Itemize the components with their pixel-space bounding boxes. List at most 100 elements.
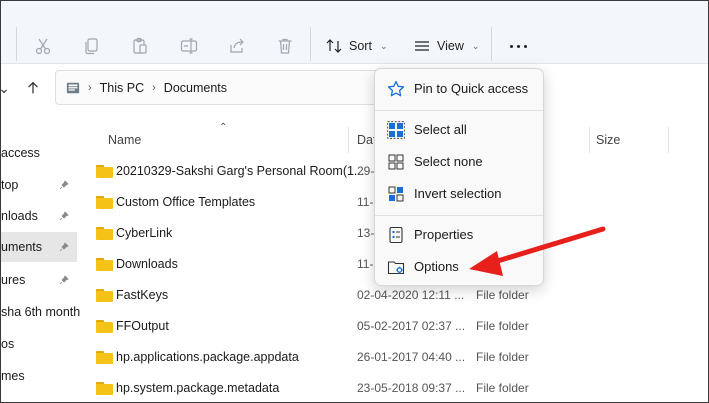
breadcrumb-documents[interactable]: Documents <box>164 81 227 95</box>
file-type: File folder <box>476 350 529 364</box>
file-date: 02-04-2020 12:11 ... <box>357 288 465 302</box>
folder-icon <box>96 227 113 240</box>
pin-icon <box>59 242 69 252</box>
more-icon-dot <box>523 44 527 48</box>
view-icon <box>415 41 429 51</box>
sort-button[interactable]: Sort ⌄ <box>325 34 387 58</box>
file-row[interactable]: hp.system.package.metadata 23-05-2018 09:… <box>91 373 651 402</box>
file-row[interactable]: CyberLink 13-0 <box>91 218 651 249</box>
file-name: hp.system.package.metadata <box>116 381 280 395</box>
sort-icon <box>326 39 342 53</box>
sidebar-item-games[interactable]: mes <box>1 361 77 391</box>
file-row[interactable]: FastKeys 02-04-2020 12:11 ... File folder <box>91 280 651 311</box>
sidebar-item-quick-access[interactable]: access <box>1 138 77 168</box>
pin-icon <box>59 180 69 190</box>
menu-item-invert-selection[interactable]: Invert selection <box>379 179 539 209</box>
sidebar-item-label: uments <box>1 240 42 254</box>
command-bar: Sort ⌄ View ⌄ <box>1 1 708 64</box>
navigation-bar: ⌄ › This PC › Documents <box>1 65 708 111</box>
menu-item-options[interactable]: Options <box>379 252 539 282</box>
folder-icon-body <box>96 322 113 333</box>
sort-button-label: Sort <box>349 39 372 53</box>
folder-icon-body <box>96 260 113 271</box>
sidebar-item-desktop[interactable]: top <box>1 170 77 200</box>
file-date: 05-02-2017 02:37 ... <box>357 319 466 333</box>
chevron-down-icon: ⌄ <box>379 40 388 51</box>
toolbar-divider <box>16 27 17 61</box>
folder-icon-body <box>96 229 113 240</box>
menu-item-label: Invert selection <box>414 186 502 201</box>
folder-icon-body <box>96 167 113 178</box>
sidebar-item-downloads[interactable]: nloads <box>1 201 77 231</box>
invert-selection-icon <box>388 186 404 202</box>
file-type: File folder <box>476 381 529 395</box>
sidebar-item-folder[interactable]: sha 6th month <box>1 297 80 327</box>
column-divider <box>668 127 669 153</box>
copy-icon[interactable] <box>81 35 103 57</box>
menu-item-label: Properties <box>414 227 474 242</box>
sidebar-item-videos[interactable]: os <box>1 329 77 359</box>
more-icon-dot <box>516 44 520 48</box>
view-button[interactable]: View ⌄ <box>413 34 479 58</box>
cut-icon[interactable] <box>32 35 54 57</box>
file-name: Custom Office Templates <box>116 195 256 209</box>
menu-item-select-none[interactable]: Select none <box>379 147 539 177</box>
folder-icon-body <box>96 384 113 395</box>
column-divider <box>589 127 590 153</box>
sidebar-item-documents[interactable]: uments <box>1 232 77 262</box>
file-type: File folder <box>476 319 529 333</box>
paste-icon[interactable] <box>129 35 151 57</box>
more-options-button[interactable] <box>506 34 530 58</box>
properties-icon <box>389 226 403 244</box>
delete-icon[interactable] <box>274 35 296 57</box>
toolbar-divider <box>310 27 311 61</box>
file-row[interactable]: FFOutput 05-02-2017 02:37 ... File folder <box>91 311 651 342</box>
folder-icon <box>96 289 113 302</box>
folder-icon <box>96 258 113 271</box>
up-arrow-icon[interactable] <box>24 79 42 97</box>
file-type: File folder <box>476 288 529 302</box>
sidebar-item-label: ures <box>1 273 26 287</box>
view-button-label: View <box>437 39 464 53</box>
file-explorer-window: Sort ⌄ View ⌄ ⌄ › This PC › Documents ac… <box>0 0 709 403</box>
share-icon[interactable] <box>226 35 248 57</box>
file-row[interactable]: 20210329-Sakshi Garg's Personal Room(1..… <box>91 156 651 187</box>
folder-icon <box>96 351 113 364</box>
file-row[interactable]: hp.applications.package.appdata 26-01-201… <box>91 342 651 373</box>
sidebar-item-label: top <box>1 178 19 192</box>
sidebar-item-pictures[interactable]: ures <box>1 265 77 295</box>
sidebar-item-label: nloads <box>1 209 38 223</box>
toolbar-divider <box>491 27 492 61</box>
column-header-name[interactable]: Name <box>108 127 141 153</box>
file-name: 20210329-Sakshi Garg's Personal Room(1..… <box>116 164 365 178</box>
rename-icon[interactable] <box>178 35 200 57</box>
sidebar-item-label: os <box>1 337 15 351</box>
folder-icon-body <box>96 198 113 209</box>
column-header-size[interactable]: Size <box>596 127 620 153</box>
this-pc-icon <box>66 82 80 93</box>
select-all-icon <box>387 121 405 139</box>
file-name: Downloads <box>116 257 178 271</box>
pin-icon <box>59 211 69 221</box>
file-row[interactable]: Custom Office Templates 11-0 <box>91 187 651 218</box>
file-name: FastKeys <box>116 288 169 302</box>
navigation-pane: access top nloads uments ures sha 6th mo… <box>1 131 80 402</box>
menu-item-properties[interactable]: Properties <box>379 220 539 250</box>
folder-icon <box>96 382 113 395</box>
breadcrumb-this-pc[interactable]: This PC <box>100 81 144 95</box>
menu-item-pin-to-quick-access[interactable]: Pin to Quick access <box>379 74 539 104</box>
folder-options-icon <box>387 261 405 275</box>
menu-item-label: Options <box>414 259 459 274</box>
folder-icon-body <box>96 353 113 364</box>
file-name: CyberLink <box>116 226 173 240</box>
menu-divider <box>375 110 543 111</box>
chevron-down-icon[interactable]: ⌄ <box>1 79 13 97</box>
column-divider <box>348 127 349 153</box>
breadcrumb-chevron-icon: › <box>152 81 156 94</box>
menu-item-label: Select none <box>414 154 483 169</box>
sidebar-item-label: mes <box>1 369 25 383</box>
menu-item-select-all[interactable]: Select all <box>379 115 539 145</box>
star-icon <box>387 80 405 97</box>
file-row[interactable]: Downloads 11-0 <box>91 249 651 280</box>
menu-item-label: Select all <box>414 122 467 137</box>
